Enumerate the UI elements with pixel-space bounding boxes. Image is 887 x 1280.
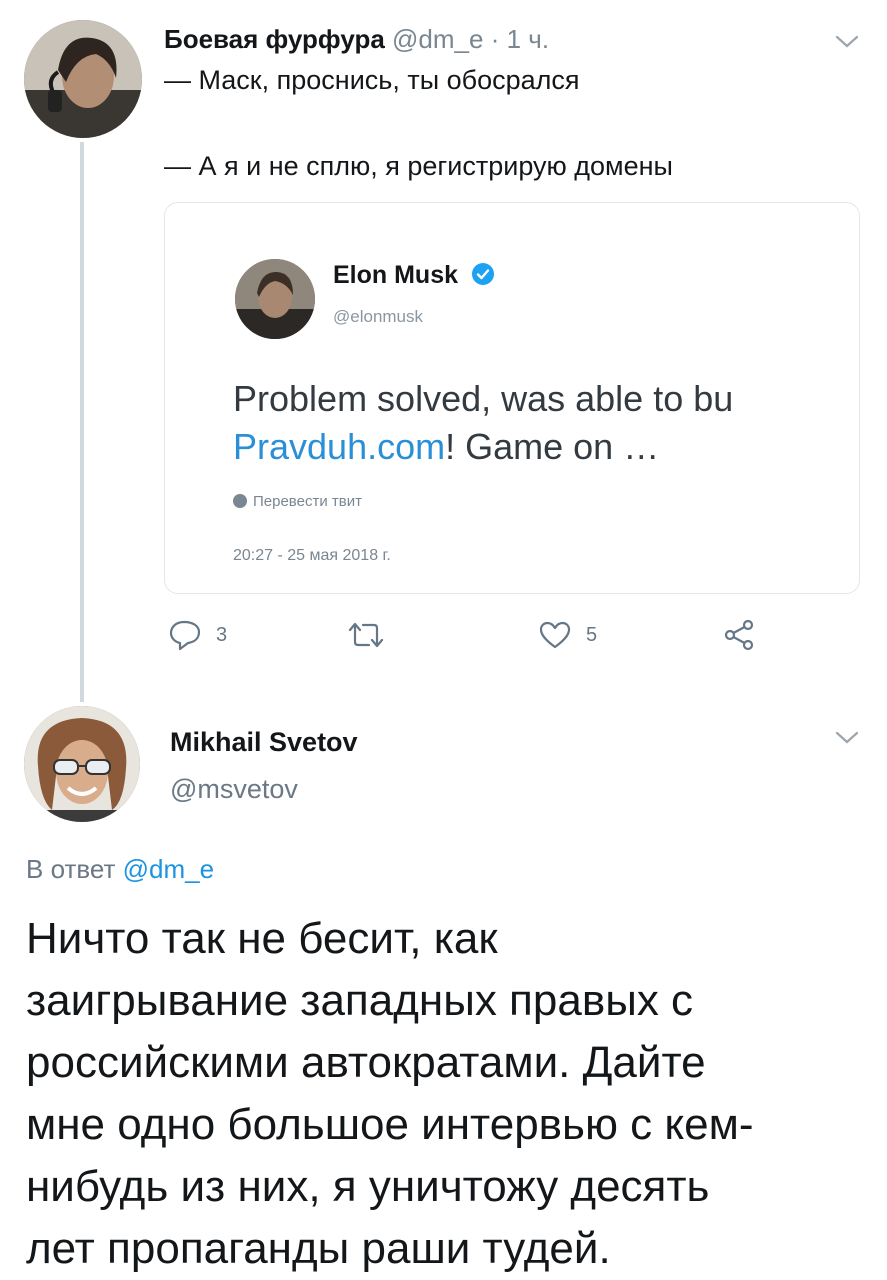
avatar[interactable] <box>24 706 140 822</box>
reply-context: В ответ @dm_e <box>26 854 214 885</box>
quoted-tweet-card[interactable]: Elon Musk @elonmusk Problem solved, was … <box>164 202 860 594</box>
quoted-tweet-text: Problem solved, was able to bu Pravduh.c… <box>233 375 859 471</box>
timestamp[interactable]: 1 ч. <box>507 24 549 54</box>
separator-dot: · <box>490 24 500 54</box>
translate-tweet-link[interactable]: Перевести твит <box>233 493 362 510</box>
chevron-down-icon[interactable] <box>834 34 860 50</box>
translate-label: Перевести твит <box>253 493 362 510</box>
retweet-icon <box>346 620 386 650</box>
quoted-avatar <box>235 259 315 339</box>
body-line: российскими автократами. Дайте <box>26 1038 706 1087</box>
avatar[interactable] <box>24 20 142 138</box>
quoted-author-handle: @elonmusk <box>333 307 424 326</box>
heart-icon <box>538 620 572 650</box>
body-line: Ничто так не бесит, как <box>26 914 498 963</box>
quoted-text-start: Problem solved, was able to bu <box>233 378 734 419</box>
like-count: 5 <box>586 623 598 646</box>
quoted-text-end: ! Game on … <box>445 426 660 467</box>
quoted-date: 20:27 - 25 мая 2018 г. <box>233 547 391 564</box>
reply-button[interactable]: 3 <box>168 618 227 652</box>
reply-count: 3 <box>216 623 228 646</box>
tweet-thread: Боевая фурфура @dm_e · 1 ч. — Маск, прос… <box>0 0 887 1280</box>
quoted-link[interactable]: Pravduh.com <box>233 426 445 467</box>
reply-label: В ответ <box>26 854 116 884</box>
tweet-text: — Маск, проснись, ты обосрался — А я и н… <box>164 64 854 183</box>
reply-mention-link[interactable]: @dm_e <box>123 854 214 884</box>
chevron-down-icon[interactable] <box>834 730 860 746</box>
author-name[interactable]: Боевая фурфура <box>164 24 385 54</box>
body-line: лет пропаганды раши тудей. <box>26 1224 611 1273</box>
quoted-author-name-text: Elon Musk <box>333 261 459 289</box>
globe-icon <box>233 494 247 508</box>
quoted-author-name: Elon Musk <box>333 261 495 290</box>
author-name[interactable]: Mikhail Svetov <box>170 727 358 758</box>
tweet-line: — А я и не сплю, я регистрирую домены <box>164 151 673 181</box>
retweet-button[interactable] <box>346 618 400 652</box>
verified-badge-icon <box>471 262 495 286</box>
reply-icon <box>168 619 202 651</box>
author-handle[interactable]: @dm_e <box>392 24 483 54</box>
tweet-line: — Маск, проснись, ты обосрался <box>164 65 580 95</box>
like-button[interactable]: 5 <box>538 618 597 652</box>
body-line: заигрывание западных правых с <box>26 976 694 1025</box>
share-icon <box>722 618 756 652</box>
author-handle[interactable]: @msvetov <box>170 774 298 805</box>
share-button[interactable] <box>722 618 756 652</box>
tweet-body: Ничто так не бесит, как заигрывание запа… <box>26 908 876 1280</box>
tweet-header: Боевая фурфура @dm_e · 1 ч. <box>164 24 549 54</box>
body-line: мне одно большое интервью с кем- <box>26 1100 754 1149</box>
thread-line <box>80 142 84 702</box>
body-line: нибудь из них, я уничтожу десять <box>26 1162 710 1211</box>
